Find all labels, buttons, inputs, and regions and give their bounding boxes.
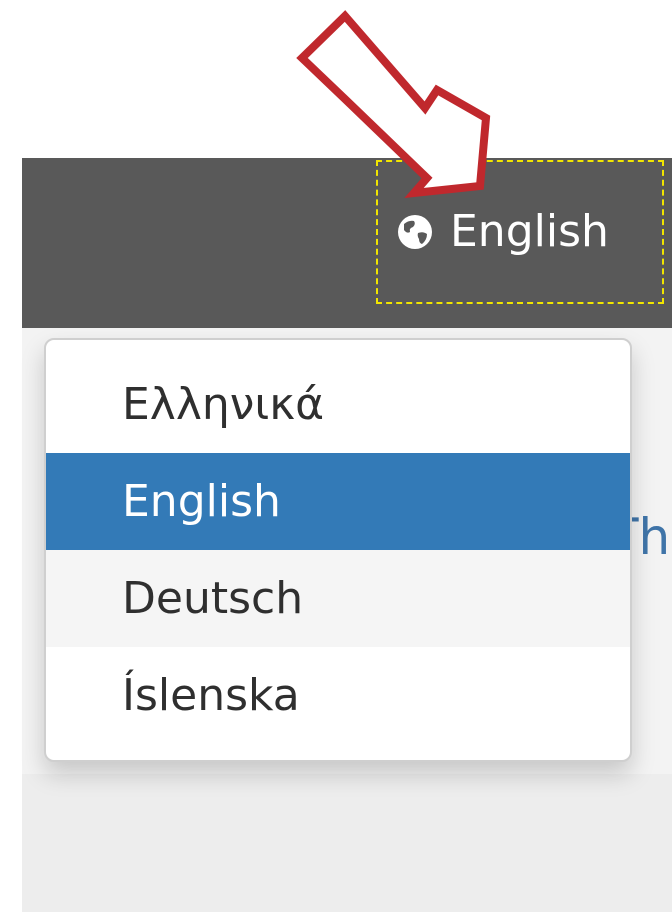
language-options-list: Ελληνικά English Deutsch Íslenska: [46, 340, 630, 744]
language-option-german[interactable]: Deutsch: [46, 550, 630, 647]
page-footer-area: [22, 774, 672, 912]
globe-icon: [396, 213, 434, 251]
language-option-english[interactable]: English: [46, 453, 630, 550]
annotation-arrow-icon: [296, 10, 491, 198]
language-dropdown-menu: Ελληνικά English Deutsch Íslenska: [44, 338, 632, 762]
current-language-label: English: [450, 206, 609, 257]
language-option-icelandic[interactable]: Íslenska: [46, 647, 630, 744]
language-option-greek[interactable]: Ελληνικά: [46, 356, 630, 453]
